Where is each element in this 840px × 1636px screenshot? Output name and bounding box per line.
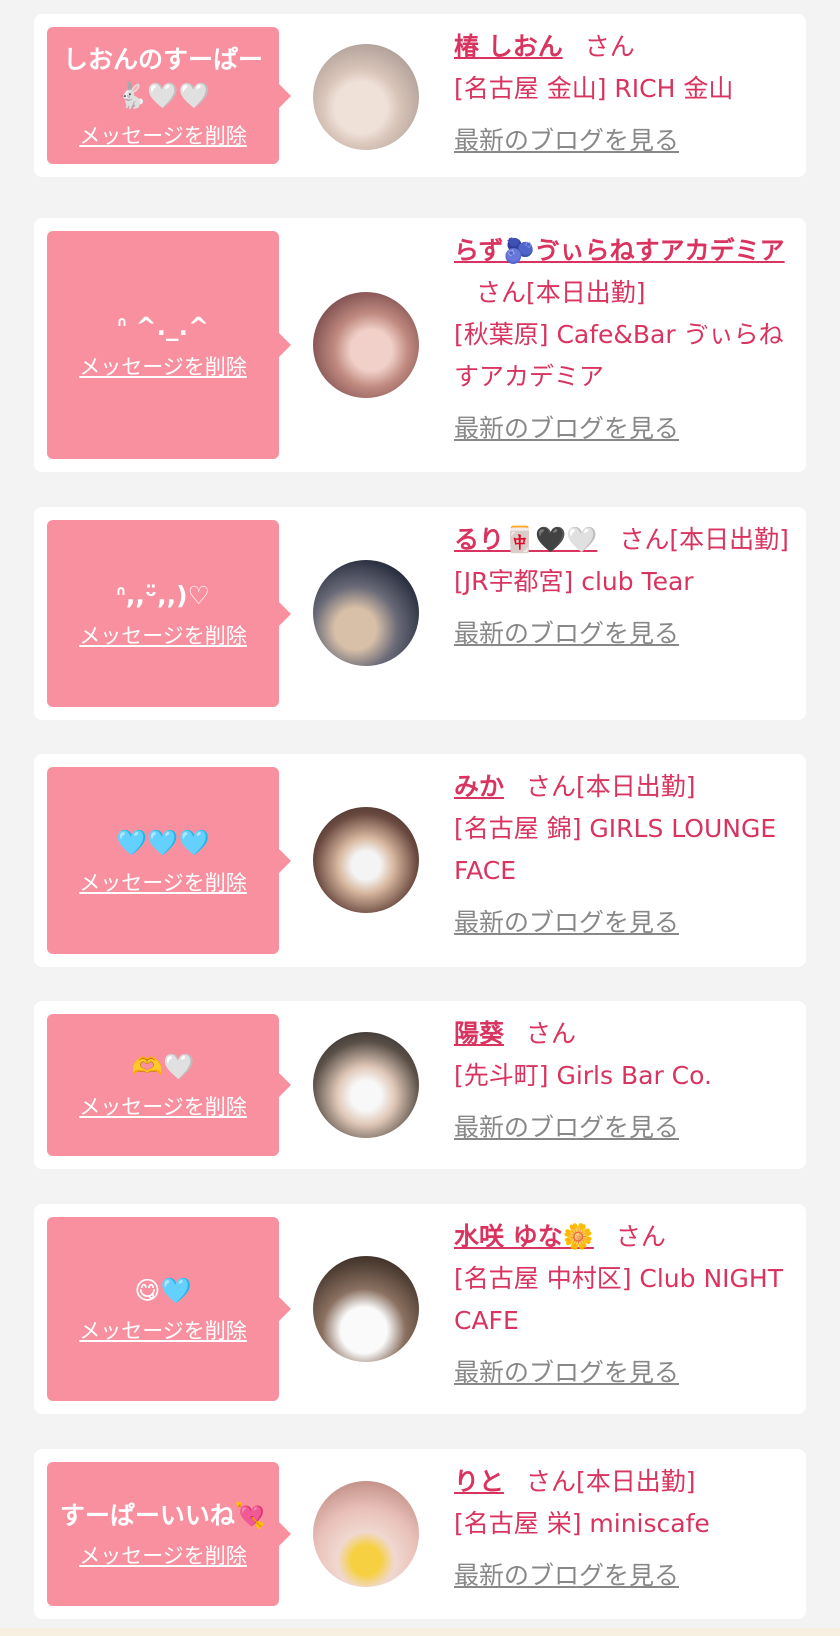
delete-message-link[interactable]: メッセージを削除: [79, 620, 247, 650]
cast-info: らず🫐ゔぃらねすアカデミアさん[本日出勤] [秋葉原] Cafe&Bar ゔぃら…: [454, 230, 796, 450]
message-bubble: 🫶🤍 メッセージを削除: [47, 1014, 291, 1156]
cast-name-link[interactable]: 水咲 ゆな🌼: [454, 1222, 594, 1251]
shop-name: [JR宇都宮] club Tear: [454, 567, 694, 596]
list-item: しおんのすーぱー 🐇🤍🤍 メッセージを削除 椿 しおん さん [名古屋 金山] R…: [34, 14, 806, 177]
delete-message-link[interactable]: メッセージを削除: [79, 867, 247, 897]
latest-blog-link[interactable]: 最新のブログを見る: [454, 613, 679, 655]
message-text: ᐢ ^._.^: [117, 312, 209, 341]
shop-name: [先斗町] Girls Bar Co.: [454, 1061, 712, 1090]
cast-info: 陽葵 さん [先斗町] Girls Bar Co. 最新のブログを見る: [454, 1013, 796, 1149]
avatar[interactable]: [313, 44, 419, 150]
delete-message-link[interactable]: メッセージを削除: [79, 1091, 247, 1121]
delete-message-link[interactable]: メッセージを削除: [79, 351, 247, 381]
delete-message-link[interactable]: メッセージを削除: [79, 1540, 247, 1570]
message-bubble: ᐢ,,ᵕ̈,,)♡ メッセージを削除: [47, 520, 291, 707]
list-item: 🫶🤍 メッセージを削除 陽葵 さん [先斗町] Girls Bar Co. 最新の…: [34, 1001, 806, 1169]
honorific: さん[本日出勤]: [526, 1467, 696, 1496]
delete-message-link[interactable]: メッセージを削除: [79, 120, 247, 150]
list-item: すーぱーいいね💘 メッセージを削除 りと さん[本日出勤] [名古屋 栄] min…: [34, 1449, 806, 1619]
avatar[interactable]: [313, 292, 419, 398]
cast-name-link[interactable]: るり🀄🖤🤍: [454, 525, 597, 554]
latest-blog-link[interactable]: 最新のブログを見る: [454, 120, 679, 162]
message-text: 🩵🩵🩵: [116, 827, 210, 857]
message-text: 🫶🤍: [131, 1052, 195, 1081]
list-item: 🩵🩵🩵 メッセージを削除 みか さん[本日出勤] [名古屋 錦] GIRLS LO…: [34, 754, 806, 967]
avatar[interactable]: [313, 807, 419, 913]
honorific: さん: [584, 32, 635, 61]
list-item: 😋🩵 メッセージを削除 水咲 ゆな🌼 さん [名古屋 中村区] Club NIGH…: [34, 1204, 806, 1414]
latest-blog-link[interactable]: 最新のブログを見る: [454, 1352, 679, 1394]
message-bubble: しおんのすーぱー 🐇🤍🤍 メッセージを削除: [47, 27, 291, 164]
message-text: すーぱーいいね💘: [59, 1501, 267, 1530]
list-item: ᐢ,,ᵕ̈,,)♡ メッセージを削除 るり🀄🖤🤍 さん[本日出勤] [JR宇都宮]…: [34, 507, 806, 720]
shop-name: [名古屋 金山] RICH 金山: [454, 74, 734, 103]
cast-info: 椿 しおん さん [名古屋 金山] RICH 金山 最新のブログを見る: [454, 26, 796, 162]
latest-blog-link[interactable]: 最新のブログを見る: [454, 408, 679, 450]
message-bubble: 😋🩵 メッセージを削除: [47, 1217, 291, 1401]
delete-message-link[interactable]: メッセージを削除: [79, 1315, 247, 1345]
cast-name-link[interactable]: 椿 しおん: [454, 32, 563, 61]
message-text: しおんのすーぱー 🐇🤍🤍: [62, 44, 263, 110]
shop-name: [名古屋 錦] GIRLS LOUNGE FACE: [454, 814, 777, 885]
cast-info: 水咲 ゆな🌼 さん [名古屋 中村区] Club NIGHT CAFE 最新のブロ…: [454, 1216, 796, 1394]
cast-name-link[interactable]: りと: [454, 1467, 504, 1496]
cast-info: るり🀄🖤🤍 さん[本日出勤] [JR宇都宮] club Tear 最新のブログを見…: [454, 519, 796, 655]
message-bubble: ᐢ ^._.^ メッセージを削除: [47, 231, 291, 459]
avatar[interactable]: [313, 1481, 419, 1587]
latest-blog-link[interactable]: 最新のブログを見る: [454, 902, 679, 944]
avatar[interactable]: [313, 560, 419, 666]
message-text: 😋🩵: [134, 1276, 192, 1305]
shop-name: [秋葉原] Cafe&Bar ゔぃらねすアカデミア: [454, 320, 784, 391]
avatar[interactable]: [313, 1032, 419, 1138]
latest-blog-link[interactable]: 最新のブログを見る: [454, 1555, 679, 1597]
message-bubble: 🩵🩵🩵 メッセージを削除: [47, 767, 291, 954]
honorific: さん[本日出勤]: [619, 525, 789, 554]
message-text: ᐢ,,ᵕ̈,,)♡: [116, 580, 210, 610]
shop-name: [名古屋 中村区] Club NIGHT CAFE: [454, 1264, 783, 1335]
shop-name: [名古屋 栄] miniscafe: [454, 1509, 710, 1538]
bottom-edge: [0, 1628, 840, 1636]
message-bubble: すーぱーいいね💘 メッセージを削除: [47, 1462, 291, 1606]
avatar[interactable]: [313, 1256, 419, 1362]
cast-name-link[interactable]: らず🫐ゔぃらねすアカデミア: [454, 236, 785, 265]
latest-blog-link[interactable]: 最新のブログを見る: [454, 1107, 679, 1149]
honorific: さん: [526, 1019, 577, 1048]
honorific: さん[本日出勤]: [476, 278, 646, 307]
honorific: さん: [615, 1222, 666, 1251]
cast-info: りと さん[本日出勤] [名古屋 栄] miniscafe 最新のブログを見る: [454, 1461, 796, 1597]
cast-name-link[interactable]: 陽葵: [454, 1019, 504, 1048]
cast-name-link[interactable]: みか: [454, 772, 504, 801]
cast-info: みか さん[本日出勤] [名古屋 錦] GIRLS LOUNGE FACE 最新の…: [454, 766, 796, 944]
honorific: さん[本日出勤]: [526, 772, 696, 801]
list-item: ᐢ ^._.^ メッセージを削除 らず🫐ゔぃらねすアカデミアさん[本日出勤] […: [34, 218, 806, 472]
